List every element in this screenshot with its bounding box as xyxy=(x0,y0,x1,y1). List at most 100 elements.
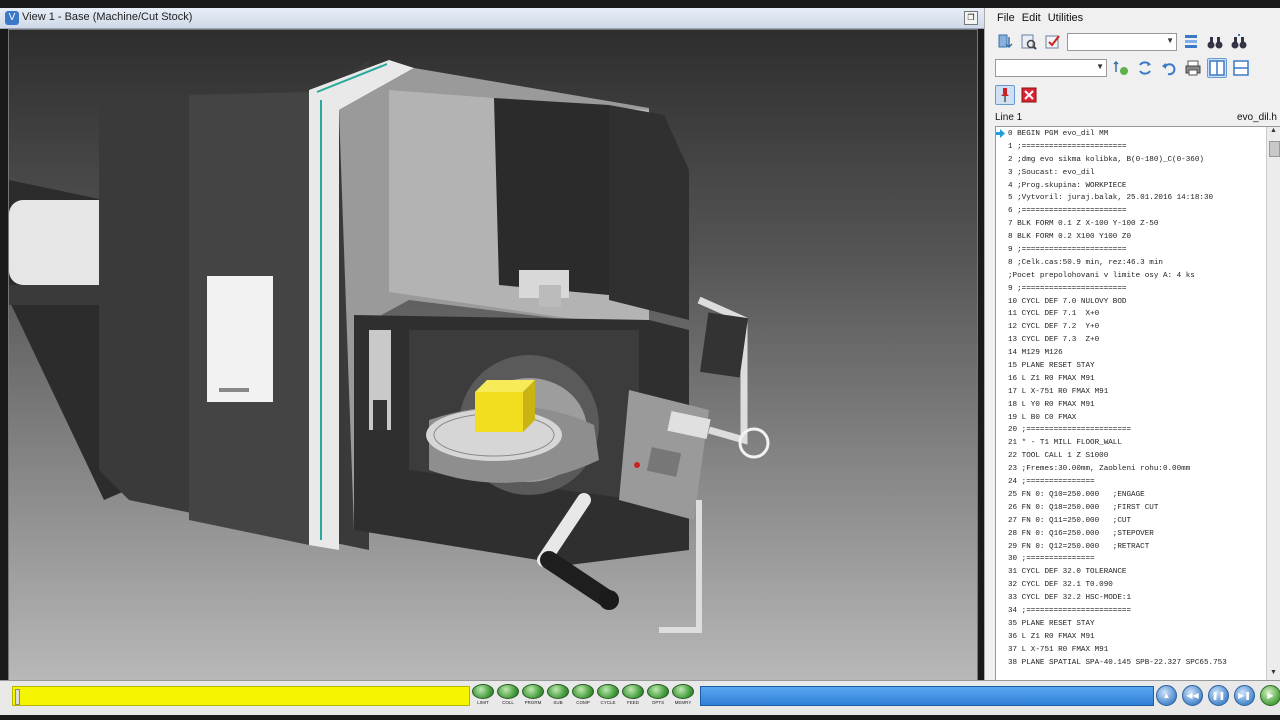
binoculars-next-icon[interactable] xyxy=(1229,32,1249,52)
scroll-thumb[interactable] xyxy=(1269,141,1280,157)
status-led-icon xyxy=(672,684,694,699)
step-back-icon[interactable]: ▲ xyxy=(1156,685,1177,706)
code-line[interactable]: 7 BLK FORM 0.1 Z X-100 Y-100 Z-50 xyxy=(1008,218,1264,231)
status-button-label: COMP xyxy=(576,700,590,705)
nc-code-panel: File Edit Utilities ▼ ▼ Line 1 evo_dil.h… xyxy=(984,8,1280,682)
status-button-feed[interactable]: FEED xyxy=(622,684,644,708)
program-combo[interactable]: ▼ xyxy=(995,59,1107,77)
menu-file[interactable]: File xyxy=(997,12,1015,28)
simulation-control-bar: LIMIT COLL PRGRM SUB COMP CYCLE FEED OPTS MEMRY … xyxy=(0,680,1280,715)
rewind-icon[interactable]: ◀◀ xyxy=(1182,685,1203,706)
search-combo[interactable]: ▼ xyxy=(1067,33,1177,51)
code-line[interactable]: ;Pocet prepolohovani v limite osy A: 4 k… xyxy=(1008,270,1264,283)
code-scrollbar[interactable]: ▲ ▼ xyxy=(1266,127,1280,681)
panel-menubar: File Edit Utilities xyxy=(997,12,1083,28)
code-line[interactable]: 14 M129 M126 xyxy=(1008,347,1264,360)
code-line[interactable]: 19 L B0 C0 FMAX xyxy=(1008,412,1264,425)
nc-code-listing[interactable]: 0 BEGIN PGM evo_dil MM 1 ;===============… xyxy=(995,126,1280,682)
code-line[interactable]: 8 BLK FORM 0.2 X100 Y100 Z0 xyxy=(1008,231,1264,244)
status-button-opts[interactable]: OPTS xyxy=(647,684,669,708)
status-button-label: FEED xyxy=(626,700,639,705)
code-line[interactable]: 0 BEGIN PGM evo_dil MM xyxy=(1008,128,1264,141)
status-led-icon xyxy=(472,684,494,699)
code-line[interactable]: 27 FN 0: Q11=250.000 ;CUT xyxy=(1008,515,1264,528)
code-line[interactable]: 9 ;======================= xyxy=(1008,283,1264,296)
code-line[interactable]: 38 PLANE SPATIAL SPA-40.145 SPB-22.327 S… xyxy=(1008,657,1264,670)
playback-controls: ▲ ◀◀ ❚❚ ▶❚ ▶ xyxy=(1156,685,1280,706)
split-horizontal-icon[interactable] xyxy=(1231,58,1251,78)
code-line[interactable]: 5 ;Vytvoril: juraj.balak, 25.01.2016 14:… xyxy=(1008,192,1264,205)
verify-icon[interactable] xyxy=(1043,32,1063,52)
code-line[interactable]: 30 ;=============== xyxy=(1008,553,1264,566)
code-line[interactable]: 15 PLANE RESET STAY xyxy=(1008,360,1264,373)
status-button-comp[interactable]: COMP xyxy=(572,684,594,708)
code-line[interactable]: 34 ;======================= xyxy=(1008,605,1264,618)
restore-button[interactable]: ❐ xyxy=(964,11,978,25)
code-line[interactable]: 23 ;Fremes:30.00mm, Zaobleni rohu:0.00mm xyxy=(1008,463,1264,476)
sort-down-icon[interactable] xyxy=(995,32,1015,52)
code-line[interactable]: 28 FN 0: Q16=250.000 ;STEPOVER xyxy=(1008,528,1264,541)
code-line[interactable]: 31 CYCL DEF 32.0 TOLERANCE xyxy=(1008,566,1264,579)
simulation-progress-bar[interactable] xyxy=(12,686,470,706)
binoculars-icon[interactable] xyxy=(1205,32,1225,52)
code-line[interactable]: 6 ;======================= xyxy=(1008,205,1264,218)
code-line[interactable]: 35 PLANE RESET STAY xyxy=(1008,618,1264,631)
code-line[interactable]: 9 ;======================= xyxy=(1008,244,1264,257)
undo-icon[interactable] xyxy=(1159,58,1179,78)
workpiece-cube xyxy=(475,392,523,432)
tools-icon[interactable] xyxy=(1111,58,1131,78)
machine-3d-viewport[interactable] xyxy=(8,29,978,681)
code-line[interactable]: 12 CYCL DEF 7.2 Y+0 xyxy=(1008,321,1264,334)
code-line[interactable]: 13 CYCL DEF 7.3 Z+0 xyxy=(1008,334,1264,347)
pause-icon[interactable]: ❚❚ xyxy=(1208,685,1229,706)
view-title: View 1 - Base (Machine/Cut Stock) xyxy=(22,11,193,23)
find-icon[interactable] xyxy=(1019,32,1039,52)
code-line[interactable]: 20 ;======================= xyxy=(1008,424,1264,437)
code-line[interactable]: 24 ;=============== xyxy=(1008,476,1264,489)
code-line[interactable]: 29 FN 0: Q12=250.000 ;RETRACT xyxy=(1008,541,1264,554)
code-line[interactable]: 11 CYCL DEF 7.1 X+0 xyxy=(1008,308,1264,321)
code-line[interactable]: 18 L Y0 R0 FMAX M91 xyxy=(1008,399,1264,412)
code-line[interactable]: 17 L X-751 R0 FMAX M91 xyxy=(1008,386,1264,399)
refresh-icon[interactable] xyxy=(1135,58,1155,78)
status-button-sub[interactable]: SUB xyxy=(547,684,569,708)
status-button-label: MEMRY xyxy=(674,700,692,705)
code-line[interactable]: 1 ;======================= xyxy=(1008,141,1264,154)
code-line[interactable]: 10 CYCL DEF 7.0 NULOVY BOD xyxy=(1008,296,1264,309)
status-button-coll[interactable]: COLL xyxy=(497,684,519,708)
status-button-prgrm[interactable]: PRGRM xyxy=(522,684,544,708)
current-line-pointer-icon xyxy=(996,129,1005,138)
layout-icon[interactable] xyxy=(1181,32,1201,52)
code-line[interactable]: 4 ;Prog.skupina: WORKPIECE xyxy=(1008,180,1264,193)
pin-icon[interactable] xyxy=(995,85,1015,105)
code-line[interactable]: 36 L Z1 R0 FMAX M91 xyxy=(1008,631,1264,644)
menu-utilities[interactable]: Utilities xyxy=(1048,12,1083,28)
code-line[interactable]: 22 TOOL CALL 1 Z S1000 xyxy=(1008,450,1264,463)
code-line[interactable]: 21 * - T1 MILL FLOOR_WALL xyxy=(1008,437,1264,450)
status-button-cycle[interactable]: CYCLE xyxy=(597,684,619,708)
code-line[interactable]: 16 L Z1 R0 FMAX M91 xyxy=(1008,373,1264,386)
code-line[interactable]: 8 ;Celk.cas:50.9 min, rez:46.3 min xyxy=(1008,257,1264,270)
code-line[interactable]: 32 CYCL DEF 32.1 T0.090 xyxy=(1008,579,1264,592)
print-icon[interactable] xyxy=(1183,58,1203,78)
code-line[interactable]: 33 CYCL DEF 32.2 HSC-MODE:1 xyxy=(1008,592,1264,605)
split-vertical-icon[interactable] xyxy=(1207,58,1227,78)
run-to-end-icon[interactable]: ▶ xyxy=(1260,685,1280,706)
scroll-up-icon[interactable]: ▲ xyxy=(1267,127,1280,139)
code-line[interactable]: 26 FN 0: Q18=250.000 ;FIRST CUT xyxy=(1008,502,1264,515)
close-icon[interactable] xyxy=(1019,85,1039,105)
code-line[interactable]: 25 FN 0: Q10=250.000 ;ENGAGE xyxy=(1008,489,1264,502)
play-icon[interactable]: ▶❚ xyxy=(1234,685,1255,706)
status-button-memry[interactable]: MEMRY xyxy=(672,684,694,708)
progress-grip[interactable] xyxy=(15,689,20,705)
status-button-limit[interactable]: LIMIT xyxy=(472,684,494,708)
pendant-handle xyxy=(540,551,618,609)
speed-slider-bar[interactable] xyxy=(700,686,1154,706)
menu-edit[interactable]: Edit xyxy=(1022,12,1041,28)
code-line[interactable]: 3 ;Soucast: evo_dil xyxy=(1008,167,1264,180)
status-led-icon xyxy=(572,684,594,699)
code-line[interactable]: 37 L X-751 R0 FMAX M91 xyxy=(1008,644,1264,657)
status-button-label: COLL xyxy=(502,700,514,705)
status-led-icon xyxy=(497,684,519,699)
code-line[interactable]: 2 ;dmg evo sikma kolibka, B(0-180)_C(0-3… xyxy=(1008,154,1264,167)
